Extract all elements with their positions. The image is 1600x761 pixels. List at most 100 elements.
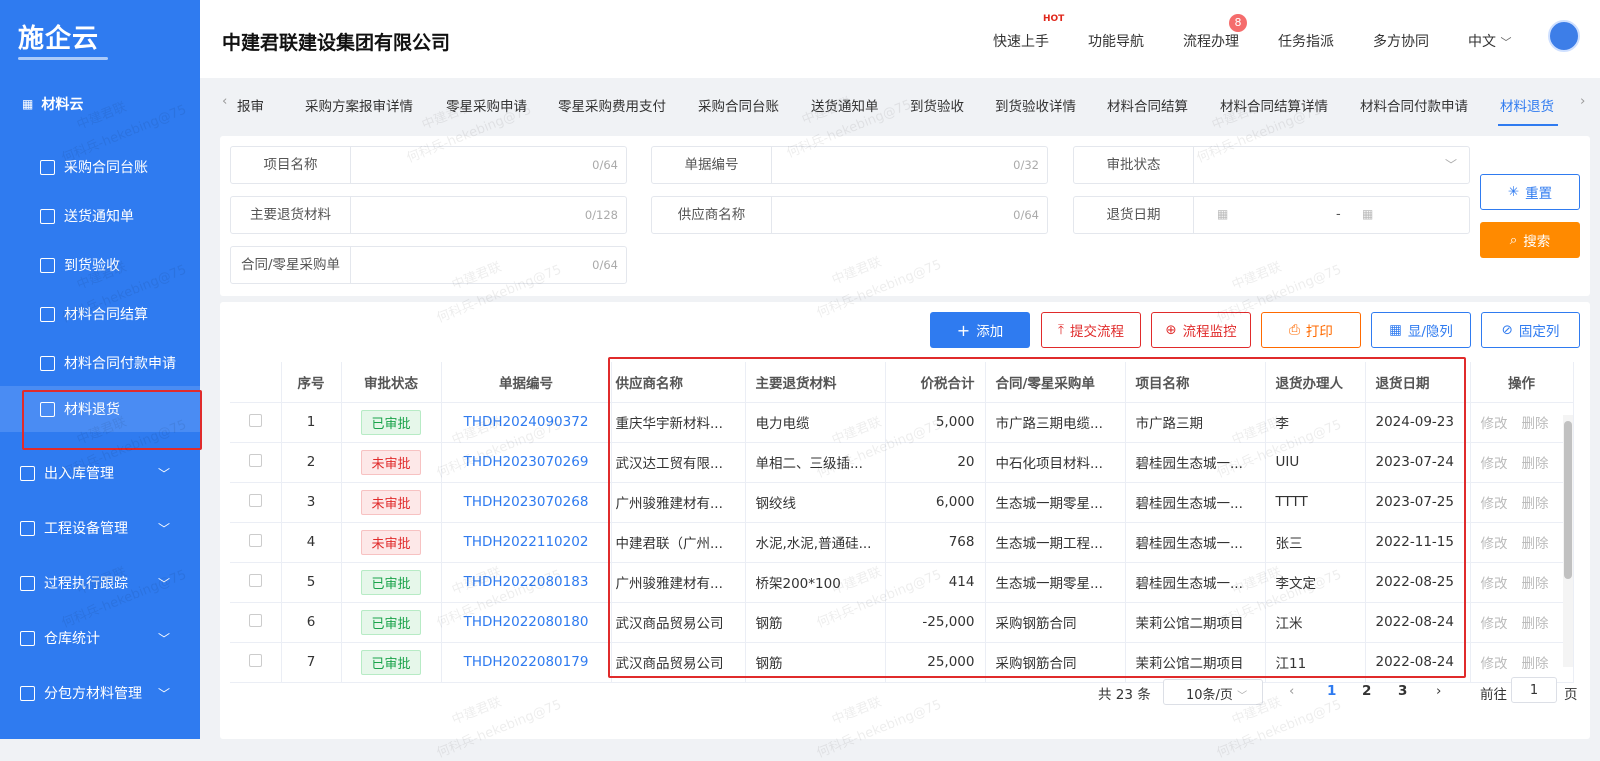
row-checkbox[interactable]	[248, 613, 262, 627]
sidebar-menu-tracking[interactable]: 过程执行跟踪 ﹀	[0, 558, 200, 608]
sidebar-item-payment-request[interactable]: 材料合同付款申请	[0, 340, 200, 386]
tab-arrival-detail[interactable]: 到货验收详情	[995, 95, 1076, 115]
tabs-scroll-left-icon[interactable]: ‹	[222, 93, 227, 109]
tab-settlement-detail[interactable]: 材料合同结算详情	[1220, 95, 1328, 115]
goto-page-input[interactable]: 1	[1511, 677, 1557, 703]
cell-status: 未审批	[341, 442, 442, 483]
sidebar-item-purchase-ledger[interactable]: 采购合同台账	[0, 144, 200, 190]
contract-field[interactable]: 合同/零星采购单 0/64	[230, 246, 627, 284]
tab-report[interactable]: 报审	[237, 95, 264, 115]
tabs-scroll-right-icon[interactable]: ›	[1580, 93, 1585, 109]
sidebar-item-arrival-check[interactable]: 到货验收	[0, 242, 200, 288]
cell-no: 7	[281, 642, 342, 683]
sidebar-menu-inout[interactable]: 出入库管理 ﹀	[0, 448, 200, 498]
nav-quick-start[interactable]: 快速上手	[993, 31, 1049, 51]
row-select	[230, 562, 282, 603]
avatar[interactable]	[1548, 20, 1580, 52]
delete-button[interactable]: 删除	[1522, 496, 1549, 512]
tab-delivery-notice[interactable]: 送货通知单	[811, 95, 879, 115]
language-select[interactable]: 中文 ﹀	[1468, 31, 1511, 51]
tab-purchase-ledger[interactable]: 采购合同台账	[698, 95, 779, 115]
doc-code-link[interactable]: THDH2022080179	[464, 654, 589, 670]
approval-status-select[interactable]: 审批状态 ﹀	[1073, 146, 1470, 184]
material-field[interactable]: 主要退货材料 0/128	[230, 196, 627, 234]
delete-button[interactable]: 删除	[1522, 576, 1549, 592]
delete-button[interactable]: 删除	[1522, 656, 1549, 672]
page-3[interactable]: 3	[1398, 683, 1407, 699]
edit-button[interactable]: 修改	[1481, 456, 1508, 472]
doc-code-link[interactable]: THDH2024090372	[464, 414, 589, 430]
app-logo[interactable]: 施企云	[18, 18, 108, 60]
sidebar-menu-stock-stats[interactable]: 仓库统计 ﹀	[0, 613, 200, 663]
edit-button[interactable]: 修改	[1481, 416, 1508, 432]
submit-process-button[interactable]: ⤒ 提交流程	[1041, 312, 1141, 348]
process-monitor-button[interactable]: ⊕ 流程监控	[1151, 312, 1251, 348]
tab-purchase-plan-detail[interactable]: 采购方案报审详情	[305, 95, 413, 115]
cell-actions: 修改 删除	[1470, 402, 1574, 443]
nav-collab[interactable]: 多方协同	[1373, 31, 1429, 51]
status-badge: 未审批	[361, 449, 421, 475]
sidebar-item-delivery-notice[interactable]: 送货通知单	[0, 193, 200, 239]
prev-page-icon[interactable]: ‹	[1289, 683, 1294, 699]
hot-badge: HOT	[1043, 14, 1065, 24]
tab-sporadic-purchase[interactable]: 零星采购申请	[446, 95, 527, 115]
chevron-down-icon: ﹀	[1444, 158, 1457, 172]
page-size-select[interactable]: 10条/页 ﹀	[1163, 679, 1263, 705]
add-button[interactable]: + 添加	[930, 312, 1030, 348]
return-date-range[interactable]: 退货日期 ▦ - ▦	[1073, 196, 1470, 234]
project-name-field[interactable]: 项目名称 0/64	[230, 146, 627, 184]
page-2[interactable]: 2	[1362, 683, 1371, 699]
delete-button[interactable]: 删除	[1522, 456, 1549, 472]
row-checkbox[interactable]	[248, 413, 262, 427]
row-select	[230, 482, 282, 523]
supplier-field[interactable]: 供应商名称 0/64	[651, 196, 1048, 234]
tab-payment-request[interactable]: 材料合同付款申请	[1360, 95, 1468, 115]
row-checkbox[interactable]	[248, 533, 262, 547]
table-scrollbar[interactable]	[1563, 415, 1573, 667]
sidebar-menu-subcontract[interactable]: 分包方材料管理 ﹀	[0, 668, 200, 718]
tab-material-return[interactable]: 材料退货	[1500, 95, 1554, 115]
company-name: 中建君联建设集团有限公司	[222, 32, 451, 54]
edit-button[interactable]: 修改	[1481, 536, 1508, 552]
reset-button[interactable]: ✳ 重置	[1480, 174, 1580, 210]
goto-label: 前往	[1480, 687, 1507, 703]
sidebar-item-contract-settlement[interactable]: 材料合同结算	[0, 291, 200, 337]
doc-code-link[interactable]: THDH2022110202	[464, 534, 589, 550]
edit-button[interactable]: 修改	[1481, 616, 1508, 632]
nav-function-guide[interactable]: 功能导航	[1088, 31, 1144, 51]
next-page-icon[interactable]: ›	[1436, 683, 1441, 699]
doc-code-link[interactable]: THDH2022080180	[464, 614, 589, 630]
cell-no: 1	[281, 402, 342, 443]
delete-button[interactable]: 删除	[1522, 536, 1549, 552]
tab-arrival-check[interactable]: 到货验收	[910, 95, 964, 115]
row-checkbox[interactable]	[248, 653, 262, 667]
row-checkbox[interactable]	[248, 453, 262, 467]
doc-code-link[interactable]: THDH2022080183	[464, 574, 589, 590]
delete-button[interactable]: 删除	[1522, 616, 1549, 632]
edit-button[interactable]: 修改	[1481, 656, 1508, 672]
tab-contract-settlement[interactable]: 材料合同结算	[1107, 95, 1188, 115]
search-button[interactable]: ⌕ 搜索	[1480, 222, 1580, 258]
cell-status: 已审批	[341, 642, 442, 683]
delete-button[interactable]: 删除	[1522, 416, 1549, 432]
fix-columns-button[interactable]: ⊘ 固定列	[1481, 312, 1580, 348]
scrollbar-thumb[interactable]	[1564, 421, 1572, 579]
doc-code-link[interactable]: THDH2023070268	[464, 494, 589, 510]
toggle-columns-button[interactable]: ▦ 显/隐列	[1371, 312, 1471, 348]
doc-code-link[interactable]: THDH2023070269	[464, 454, 589, 470]
page-1[interactable]: 1	[1327, 683, 1336, 699]
row-checkbox[interactable]	[248, 493, 262, 507]
nav-task-assign[interactable]: 任务指派	[1278, 31, 1334, 51]
sidebar: 施企云 ▦ 材料云 采购合同台账 送货通知单 到货验收 材料合同结算 材料合同付…	[0, 0, 200, 739]
print-button[interactable]: ⎙ 打印	[1261, 312, 1361, 348]
doc-no-field[interactable]: 单据编号 0/32	[651, 146, 1048, 184]
sidebar-group-material-cloud[interactable]: ▦ 材料云	[22, 94, 83, 114]
col-actions: 操作	[1470, 362, 1574, 403]
tab-sporadic-payment[interactable]: 零星采购费用支付	[558, 95, 666, 115]
cell-no: 5	[281, 562, 342, 603]
edit-button[interactable]: 修改	[1481, 496, 1508, 512]
nav-process[interactable]: 流程办理	[1183, 31, 1239, 51]
row-checkbox[interactable]	[248, 573, 262, 587]
sidebar-menu-equipment[interactable]: 工程设备管理 ﹀	[0, 503, 200, 553]
edit-button[interactable]: 修改	[1481, 576, 1508, 592]
